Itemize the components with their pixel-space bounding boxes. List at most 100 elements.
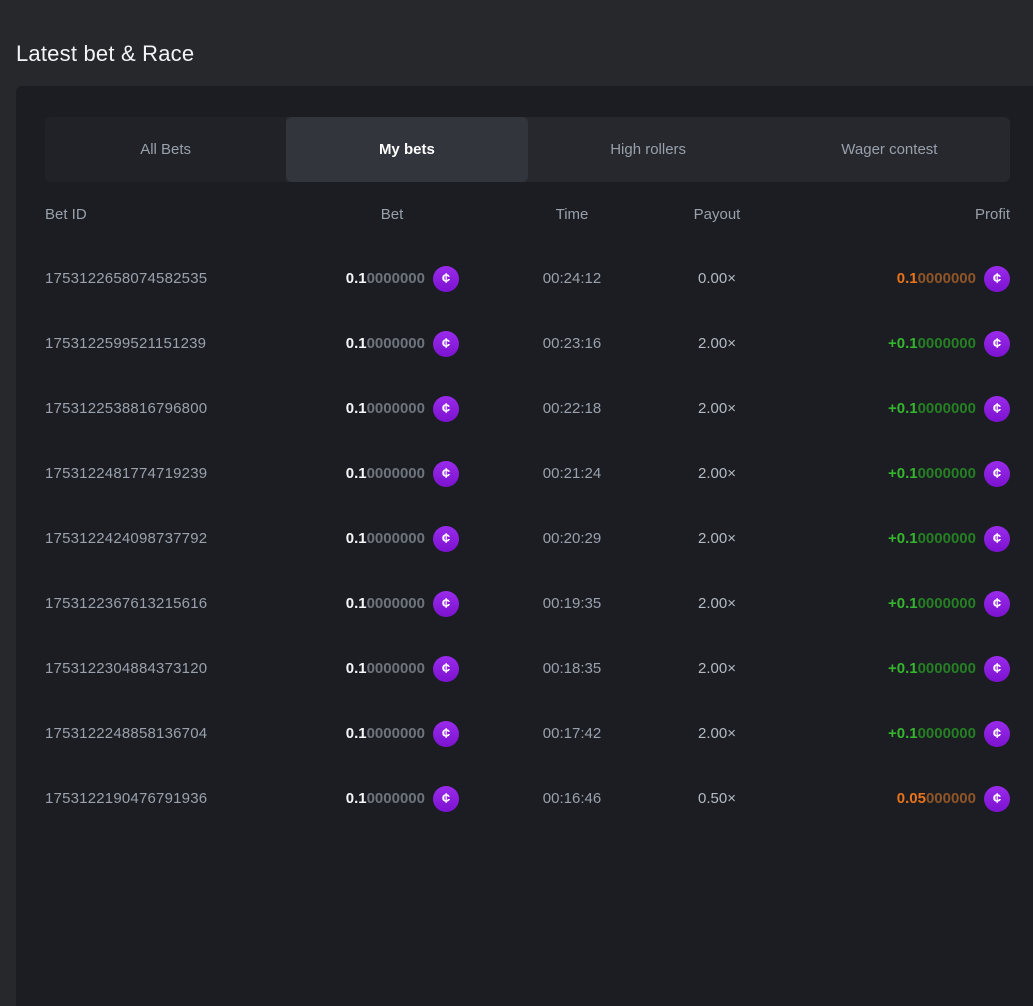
bet-profit: +0.10000000 ¢ [767,331,1010,357]
profit-main: +0.1 [888,400,918,417]
coin-icon: ¢ [984,331,1010,357]
bet-profit: +0.10000000 ¢ [767,656,1010,682]
latest-bets-panel: All Bets My bets High rollers Wager cont… [16,86,1033,1006]
profit-zeros: 0000000 [918,400,976,417]
table-row[interactable]: 1753122367613215616 0.10000000 ¢ 00:19:3… [45,571,1010,636]
profit-zeros: 0000000 [918,465,976,482]
bet-payout: 2.00× [667,400,767,417]
profit-main: 0.1 [897,270,918,287]
bet-amount: 0.10000000 ¢ [325,461,477,487]
bet-amount-main: 0.1 [346,400,367,417]
bet-amount: 0.10000000 ¢ [325,526,477,552]
bet-amount: 0.10000000 ¢ [325,266,477,292]
bet-time: 00:22:18 [477,400,667,417]
bet-amount-main: 0.1 [346,465,367,482]
bet-payout: 0.00× [667,270,767,287]
coin-icon: ¢ [984,591,1010,617]
coin-icon: ¢ [433,266,459,292]
table-row[interactable]: 1753122424098737792 0.10000000 ¢ 00:20:2… [45,506,1010,571]
bet-payout: 2.00× [667,530,767,547]
coin-icon: ¢ [984,461,1010,487]
coin-icon: ¢ [433,526,459,552]
table-row[interactable]: 1753122538816796800 0.10000000 ¢ 00:22:1… [45,376,1010,441]
column-header-bet-id: Bet ID [45,206,325,223]
coin-icon: ¢ [984,786,1010,812]
profit-zeros: 0000000 [918,595,976,612]
bet-id: 1753122658074582535 [45,270,325,287]
coin-icon: ¢ [433,331,459,357]
table-row[interactable]: 1753122599521151239 0.10000000 ¢ 00:23:1… [45,311,1010,376]
bet-id: 1753122190476791936 [45,790,325,807]
table-row[interactable]: 1753122190476791936 0.10000000 ¢ 00:16:4… [45,766,1010,831]
coin-icon: ¢ [984,721,1010,747]
profit-main: +0.1 [888,595,918,612]
bet-id: 1753122599521151239 [45,335,325,352]
bet-payout: 2.00× [667,725,767,742]
coin-icon: ¢ [433,786,459,812]
bet-amount: 0.10000000 ¢ [325,331,477,357]
bet-time: 00:23:16 [477,335,667,352]
column-header-profit: Profit [767,206,1010,223]
profit-main: +0.1 [888,660,918,677]
profit-zeros: 0000000 [918,335,976,352]
bet-profit: 0.05000000 ¢ [767,786,1010,812]
page-title: Latest bet & Race [0,0,1033,67]
bet-payout: 2.00× [667,465,767,482]
bet-profit: 0.10000000 ¢ [767,266,1010,292]
bet-amount-zeros: 0000000 [367,660,425,677]
bet-payout: 2.00× [667,595,767,612]
tab-wager-contest[interactable]: Wager contest [769,117,1010,182]
bet-amount: 0.10000000 ¢ [325,721,477,747]
bet-id: 1753122538816796800 [45,400,325,417]
coin-icon: ¢ [984,266,1010,292]
bet-amount-zeros: 0000000 [367,400,425,417]
bet-amount: 0.10000000 ¢ [325,396,477,422]
bet-id: 1753122248858136704 [45,725,325,742]
column-header-bet: Bet [325,206,477,223]
bet-amount-zeros: 0000000 [367,790,425,807]
bet-id: 1753122304884373120 [45,660,325,677]
bet-amount-main: 0.1 [346,270,367,287]
bet-amount-main: 0.1 [346,595,367,612]
profit-zeros: 0000000 [918,660,976,677]
bet-profit: +0.10000000 ¢ [767,396,1010,422]
coin-icon: ¢ [984,396,1010,422]
bet-amount-zeros: 0000000 [367,335,425,352]
coin-icon: ¢ [433,591,459,617]
bet-profit: +0.10000000 ¢ [767,721,1010,747]
tab-high-rollers[interactable]: High rollers [528,117,769,182]
profit-zeros: 0000000 [918,530,976,547]
coin-icon: ¢ [984,526,1010,552]
table-row[interactable]: 1753122481774719239 0.10000000 ¢ 00:21:2… [45,441,1010,506]
bet-amount-main: 0.1 [346,660,367,677]
table-row[interactable]: 1753122304884373120 0.10000000 ¢ 00:18:3… [45,636,1010,701]
bet-amount-zeros: 0000000 [367,270,425,287]
profit-zeros: 0000000 [918,725,976,742]
bet-amount-zeros: 0000000 [367,725,425,742]
bet-time: 00:16:46 [477,790,667,807]
bet-amount-main: 0.1 [346,530,367,547]
bet-amount: 0.10000000 ¢ [325,656,477,682]
profit-main: 0.05 [897,790,926,807]
profit-main: +0.1 [888,335,918,352]
bet-profit: +0.10000000 ¢ [767,526,1010,552]
bet-time: 00:24:12 [477,270,667,287]
bet-amount-main: 0.1 [346,335,367,352]
bet-payout: 2.00× [667,660,767,677]
bet-amount-main: 0.1 [346,725,367,742]
table-header: Bet ID Bet Time Payout Profit [45,182,1010,246]
column-header-time: Time [477,206,667,223]
profit-main: +0.1 [888,530,918,547]
bet-payout: 0.50× [667,790,767,807]
bet-id: 1753122424098737792 [45,530,325,547]
table-row[interactable]: 1753122248858136704 0.10000000 ¢ 00:17:4… [45,701,1010,766]
profit-main: +0.1 [888,465,918,482]
tab-my-bets[interactable]: My bets [286,117,527,182]
bet-payout: 2.00× [667,335,767,352]
table-row[interactable]: 1753122658074582535 0.10000000 ¢ 00:24:1… [45,246,1010,311]
tab-all-bets[interactable]: All Bets [45,117,286,182]
bet-amount: 0.10000000 ¢ [325,591,477,617]
bet-profit: +0.10000000 ¢ [767,591,1010,617]
bet-profit: +0.10000000 ¢ [767,461,1010,487]
bet-id: 1753122481774719239 [45,465,325,482]
